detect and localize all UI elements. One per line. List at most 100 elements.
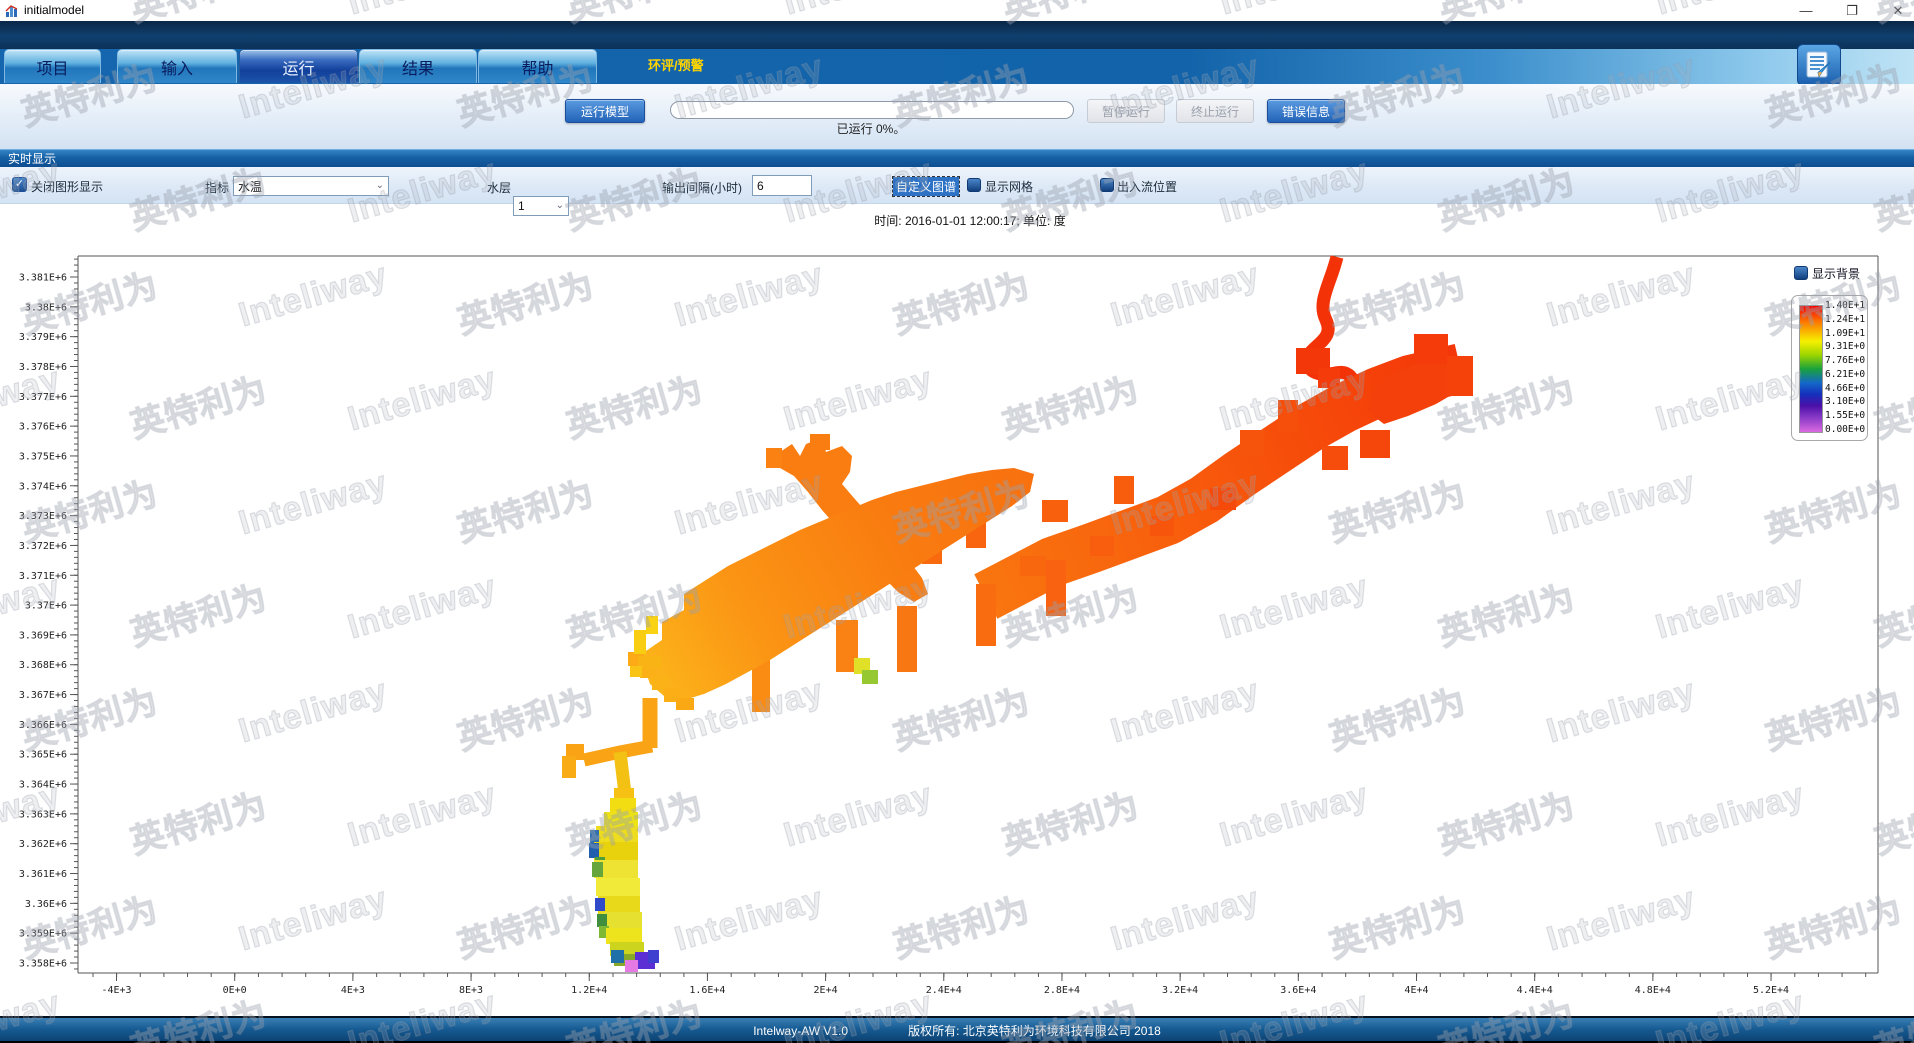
watermark-text: 英特利为 [451,882,599,968]
plot-time-label: 时间: 2016-01-01 12:00:17; 单位: 度 [770,212,1170,229]
watermark-text: 英特利为 [1323,674,1471,760]
watermark-text: Inteliway [780,568,937,648]
tab-results[interactable]: 结果 [359,49,477,83]
watermark-text: Inteliway [1216,360,1373,440]
indicator-value: 水温 [238,178,262,195]
watermark-text: 英特利为 [887,674,1035,760]
watermark-text: Inteliway [780,776,937,856]
tab-input[interactable]: 输入 [117,49,237,83]
close-button[interactable]: ✕ [1890,0,1906,21]
colorbar-value: 1.55E+0 [1825,411,1865,421]
tab-run[interactable]: 运行 [239,49,358,83]
watermark-text: 英特利为 [1323,882,1471,968]
watermark-text: Inteliway [1107,880,1264,960]
notes-button[interactable] [1797,44,1841,86]
watermark-text: 英特利为 [1432,778,1580,864]
x-tick-label: 2E+4 [814,985,838,996]
y-tick-label: 3.372E+6 [19,541,67,552]
error-info-button[interactable]: 错误信息 [1267,99,1345,123]
colorbar-value: 1.09E+1 [1825,329,1865,339]
interval-label: 输出间隔(小时) [662,179,742,196]
watermark-text: 英特利为 [1323,466,1471,552]
show-grid-checkbox[interactable] [967,178,981,192]
chevron-down-icon: ⌄ [556,200,564,211]
y-tick-label: 3.371E+6 [19,571,67,582]
watermark-text: Inteliway [344,776,501,856]
y-tick-label: 3.376E+6 [19,422,67,433]
colorbar-value: 4.66E+0 [1825,384,1865,394]
watermark-text: 英特利为 [15,466,163,552]
watermark-text: 英特利为 [15,882,163,968]
inout-flow-checkbox[interactable] [1100,178,1114,192]
y-tick-label: 3.361E+6 [19,869,67,880]
y-tick-label: 3.374E+6 [19,481,67,492]
watermark-text: Inteliway [1652,776,1809,856]
run-model-button[interactable]: 运行模型 [565,99,645,123]
watermark-text: 英特利为 [15,258,163,344]
show-grid-label: 显示网格 [985,178,1033,195]
colorbar-labels: 1.40E+11.24E+11.09E+19.31E+07.76E+06.21E… [1825,301,1865,435]
x-tick-label: 3.2E+4 [1162,985,1198,996]
y-tick-label: 3.358E+6 [19,959,67,970]
y-tick-label: 3.359E+6 [19,929,67,940]
y-tick-label: 3.363E+6 [19,809,67,820]
document-pencil-icon [1804,50,1834,80]
water-body-map [562,257,1473,972]
x-tick-label: 4.8E+4 [1635,985,1671,996]
watermark-text: 英特利为 [560,778,708,864]
x-tick-label: 4E+4 [1404,985,1428,996]
terminate-run-button[interactable]: 终止运行 [1176,99,1254,123]
watermark-text: 英特利为 [1868,778,1914,864]
x-tick-label: 0E+0 [223,985,247,996]
watermark-text: 英特利为 [451,258,599,344]
chevron-down-icon: ⌄ [376,180,384,191]
tab-project[interactable]: 项目 [4,49,101,83]
watermark-text: Inteliway [1543,880,1700,960]
close-graphics-checkbox[interactable]: ✓ [12,177,27,192]
watermark-text: 英特利为 [1868,570,1914,656]
restore-button[interactable]: ❐ [1844,0,1860,21]
y-tick-label: 3.36E+6 [25,899,67,910]
watermark-text: Inteliway [1652,360,1809,440]
watermark-text: Inteliway [1216,568,1373,648]
app-icon [5,3,20,18]
watermark-text: Inteliway [0,776,65,856]
watermark-text: 英特利为 [1759,882,1907,968]
y-tick-label: 3.367E+6 [19,690,67,701]
x-tick-label: 3.6E+4 [1280,985,1316,996]
y-tick-label: 3.373E+6 [19,511,67,522]
y-tick-label: 3.364E+6 [19,780,67,791]
minimize-button[interactable]: — [1798,0,1814,21]
watermark-text: 英特利为 [451,674,599,760]
layer-select[interactable]: 1 ⌄ [513,196,569,216]
watermark-text: 英特利为 [124,570,272,656]
show-background-checkbox[interactable] [1794,266,1808,280]
inout-flow-label: 出入流位置 [1117,178,1177,195]
interval-input[interactable] [752,175,812,196]
statusbar: Intelway-AW V1.0 版权所有: 北京英特利为环境科技有限公司 20… [0,1016,1914,1043]
colorbar-value: 9.31E+0 [1825,342,1865,352]
watermark-text: Inteliway [235,256,392,336]
tail-cells [589,788,659,972]
y-tick-label: 3.378E+6 [19,362,67,373]
watermark-text: Inteliway [1107,464,1264,544]
x-tick-label: 5.2E+4 [1753,985,1789,996]
close-graphics-label: 关闭图形显示 [31,178,103,195]
watermark-text: Inteliway [1543,672,1700,752]
progress-status: 已运行 0%。 [670,120,1072,137]
y-tick-label: 3.369E+6 [19,630,67,641]
top-band [0,21,1914,49]
pause-run-button[interactable]: 暂停运行 [1087,99,1165,123]
watermark-text: 英特利为 [1759,674,1907,760]
watermark-text: 英特利为 [1868,362,1914,448]
watermark-text: 英特利为 [15,674,163,760]
indicator-select[interactable]: 水温 ⌄ [233,176,389,196]
watermark-text: Inteliway [1543,464,1700,544]
axes-ticks: 3.381E+63.38E+63.379E+63.378E+63.377E+63… [19,259,1866,996]
watermark-text: 英特利为 [996,778,1144,864]
watermark-text: Inteliway [1216,776,1373,856]
watermark-text: Inteliway [0,568,65,648]
tab-help[interactable]: 帮助 [478,49,597,83]
x-tick-label: 4E+3 [341,985,365,996]
custom-spectrum-button[interactable]: 自定义图谱 [893,177,959,196]
